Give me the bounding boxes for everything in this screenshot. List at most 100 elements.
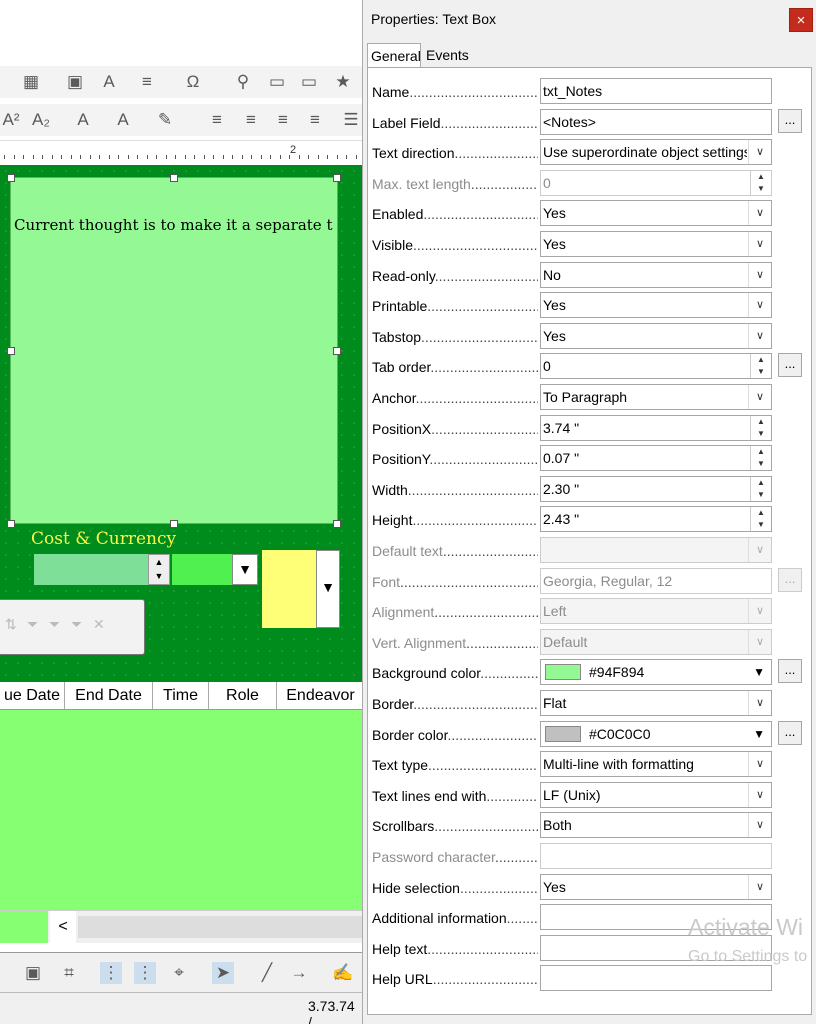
form-navigator-icon[interactable]: ▣ [22, 962, 44, 984]
scroll-track[interactable] [78, 916, 362, 938]
special-char-icon[interactable]: Ω [182, 71, 204, 93]
crop-icon[interactable]: ⌗ [58, 962, 80, 984]
remove-filter-icon[interactable]: ✕ [93, 616, 105, 633]
visible-dropdown[interactable]: Yes ∨ [540, 231, 772, 257]
spin-arrows-icon[interactable]: ▲ ▼ [750, 415, 771, 440]
helplines-icon[interactable]: ⌖ [168, 962, 190, 984]
chevron-down-icon[interactable]: ▼ [753, 722, 765, 746]
spin-arrows-icon[interactable]: ▲ ▼ [750, 354, 771, 379]
grid-icon[interactable]: ⋮ [100, 962, 122, 984]
font-color-icon[interactable]: A [112, 109, 134, 131]
curve-icon[interactable]: ✍ [332, 962, 354, 984]
comment-icon[interactable]: ▭ [298, 71, 320, 93]
text-direction-dropdown[interactable]: Use superordinate object settings ∨ [540, 139, 772, 166]
column-header[interactable]: End Date [65, 682, 153, 709]
chevron-down-icon[interactable]: ∨ [748, 262, 771, 287]
resize-handle[interactable] [333, 174, 341, 182]
column-header[interactable]: ue Date [0, 682, 65, 709]
subscript-icon[interactable]: A₂ [30, 109, 52, 131]
printable-dropdown[interactable]: Yes ∨ [540, 292, 772, 319]
chevron-down-icon[interactable]: ▼ [316, 550, 340, 628]
anchor-dropdown[interactable]: To Paragraph ∨ [540, 384, 772, 410]
label-field-field[interactable]: <Notes> [540, 108, 772, 135]
tab-general[interactable]: General [367, 43, 421, 67]
textbox-icon[interactable]: A [98, 71, 120, 93]
height-spinbox[interactable]: 2.43 " ▲ ▼ [540, 506, 772, 533]
positiony-spinbox[interactable]: 0.07 " ▲ ▼ [540, 445, 772, 472]
spin-arrows-icon[interactable]: ▲ ▼ [750, 446, 771, 471]
justify-icon[interactable]: ≡ [304, 109, 326, 131]
resize-handle[interactable] [7, 347, 15, 355]
align-center-icon[interactable]: ≡ [240, 109, 262, 131]
chevron-down-icon[interactable]: ∨ [748, 691, 771, 715]
tab-order-spinbox[interactable]: 0 ▲ ▼ [540, 353, 772, 380]
line-icon[interactable]: ╱ [256, 962, 278, 984]
border-color-picker[interactable]: #C0C0C0 ▼ [540, 720, 772, 747]
arrow-icon[interactable]: → [288, 962, 310, 984]
chevron-down-icon[interactable]: ∨ [748, 293, 771, 318]
field-icon[interactable]: ≡ [136, 71, 158, 93]
help-url-field[interactable] [540, 965, 772, 992]
table-body[interactable] [0, 710, 362, 910]
chevron-down-icon[interactable]: ∨ [748, 752, 771, 777]
chevron-down-icon[interactable]: ▼ [753, 660, 765, 684]
star-icon[interactable]: ★ [332, 71, 354, 93]
filter-icon[interactable]: ⏷ [71, 616, 82, 633]
highlight-icon[interactable]: ✎ [154, 109, 176, 131]
shadow-icon[interactable]: A [72, 109, 94, 131]
select-pointer-icon[interactable]: ➤ [212, 962, 234, 984]
resize-handle[interactable] [333, 347, 341, 355]
align-left-icon[interactable]: ≡ [206, 109, 228, 131]
align-right-icon[interactable]: ≡ [272, 109, 294, 131]
enabled-dropdown[interactable]: Yes ∨ [540, 200, 772, 227]
filter-icon[interactable]: ⏷ [27, 616, 38, 633]
resize-handle[interactable] [7, 174, 15, 182]
resize-handle[interactable] [170, 520, 178, 528]
snap-grid-icon[interactable]: ⋮ [134, 962, 156, 984]
background-color-picker[interactable]: #94F894 ▼ [540, 659, 772, 686]
tabstop-dropdown[interactable]: Yes ∨ [540, 322, 772, 349]
hyperlink-icon[interactable]: ⚲ [232, 71, 254, 93]
column-header[interactable]: Time [153, 682, 209, 709]
table-icon[interactable]: ▦ [20, 71, 42, 93]
horizontal-scrollbar[interactable]: < [0, 910, 362, 943]
border-color-more-button[interactable]: ... [778, 720, 802, 745]
chevron-down-icon[interactable]: ∨ [748, 813, 771, 838]
background-color-more-button[interactable]: ... [778, 659, 802, 684]
image-icon[interactable]: ▣ [64, 71, 86, 93]
resize-handle[interactable] [170, 174, 178, 182]
column-header[interactable]: Role [209, 682, 277, 709]
filter-icon[interactable]: ⏷ [49, 616, 60, 633]
name-field[interactable]: txt_Notes [540, 78, 772, 104]
scrollbars-dropdown[interactable]: Both ∨ [540, 812, 772, 839]
yellow-listbox[interactable]: ▼ [262, 550, 340, 628]
column-header[interactable]: Endeavor [277, 682, 362, 709]
text-type-dropdown[interactable]: Multi-line with formatting ∨ [540, 751, 772, 778]
chevron-down-icon[interactable]: ∨ [748, 874, 771, 899]
tab-events[interactable]: Events [423, 43, 473, 67]
label-field-more-button[interactable]: ... [778, 108, 802, 133]
notes-textbox[interactable]: Current thought is to make it a separate… [10, 177, 338, 524]
resize-handle[interactable] [7, 520, 15, 528]
width-spinbox[interactable]: 2.30 " ▲ ▼ [540, 475, 772, 502]
cost-field[interactable] [34, 554, 148, 585]
chevron-down-icon[interactable]: ∨ [748, 323, 771, 348]
cost-spin-button[interactable]: ▲ ▼ [148, 554, 170, 585]
tab-order-more-button[interactable]: ... [778, 353, 802, 378]
chevron-down-icon[interactable]: ∨ [748, 140, 771, 165]
sort-icon[interactable]: ⇅ [5, 616, 17, 633]
chevron-down-icon[interactable]: ∨ [748, 201, 771, 226]
chevron-down-icon[interactable]: ∨ [748, 232, 771, 256]
spin-arrows-icon[interactable]: ▲ ▼ [750, 476, 771, 501]
hide-selection-dropdown[interactable]: Yes ∨ [540, 873, 772, 900]
superscript-icon[interactable]: A² [0, 109, 22, 131]
close-icon[interactable]: × [789, 8, 813, 32]
spin-arrows-icon[interactable]: ▲ ▼ [750, 507, 771, 532]
chevron-down-icon[interactable]: ∨ [748, 385, 771, 409]
border-dropdown[interactable]: Flat ∨ [540, 690, 772, 716]
resize-handle[interactable] [333, 520, 341, 528]
chevron-down-icon[interactable]: ∨ [748, 782, 771, 807]
footnote-icon[interactable]: ▭ [266, 71, 288, 93]
read-only-dropdown[interactable]: No ∨ [540, 261, 772, 288]
list-icon[interactable]: ☰ [340, 109, 362, 131]
